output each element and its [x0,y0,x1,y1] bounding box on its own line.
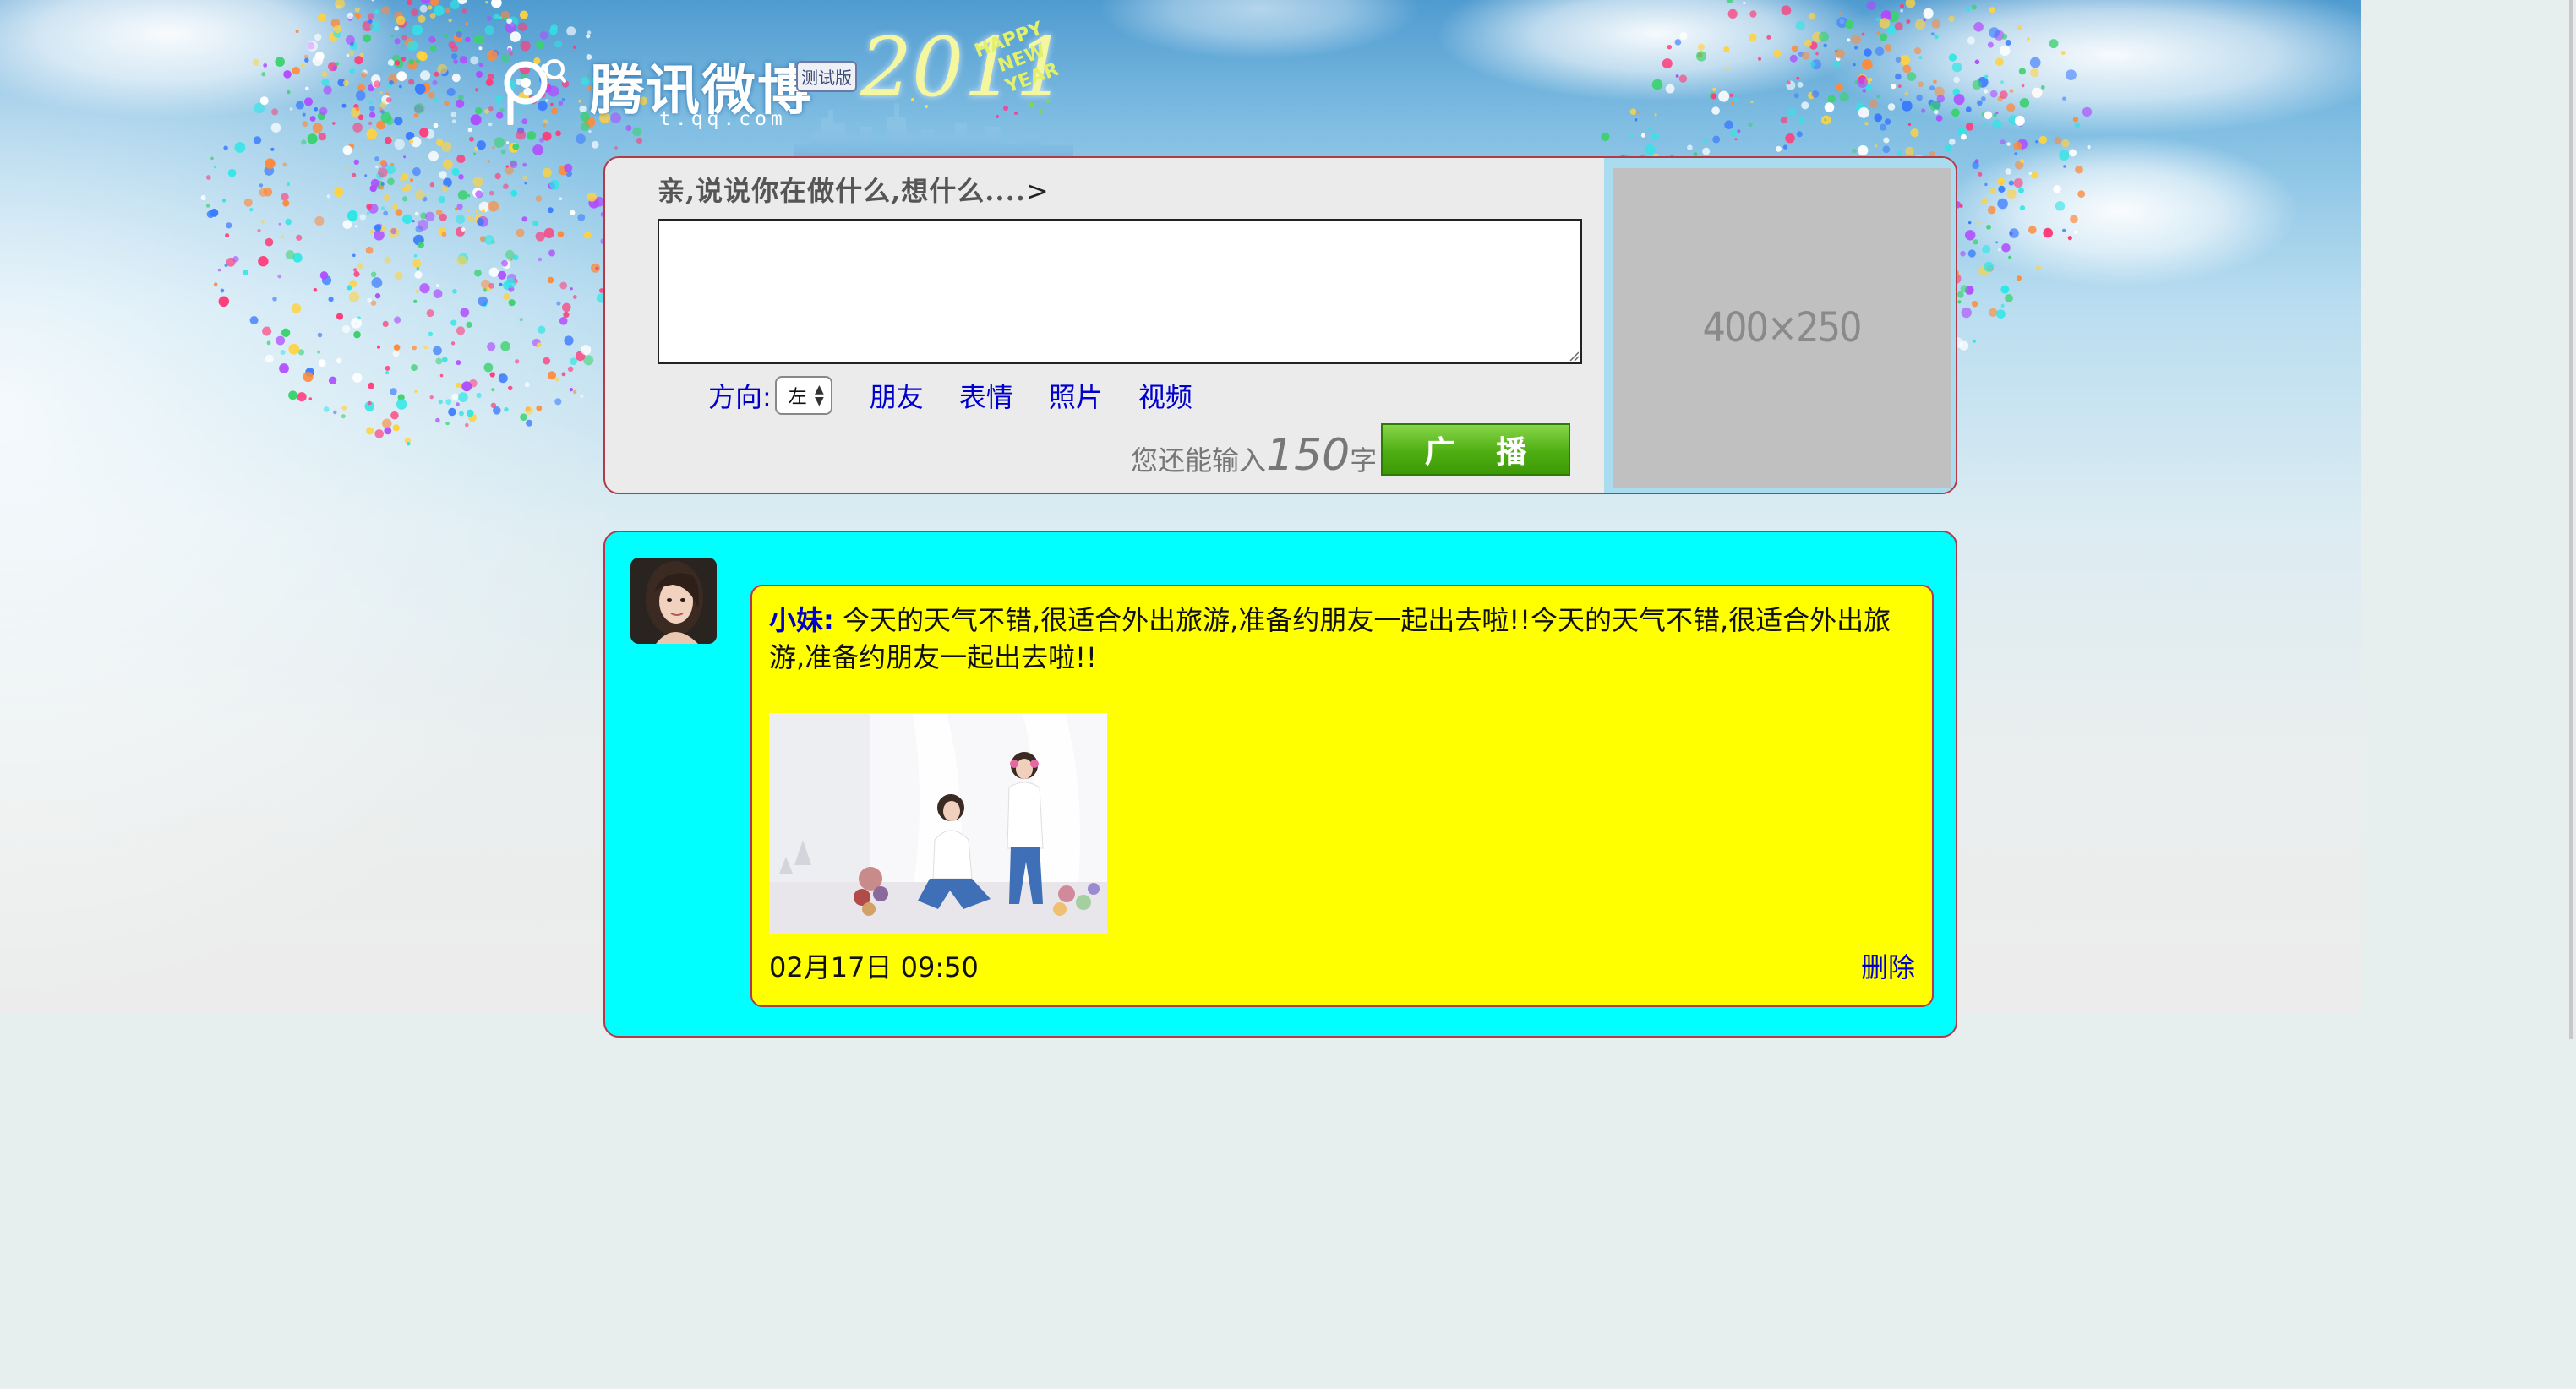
compose-prompt: 亲,说说你在做什么,想什么....> [658,170,1050,209]
post-author[interactable]: 小妹: [769,604,834,636]
direction-select[interactable]: 左 ▲ ▼ [774,376,832,415]
beta-badge: 测试版 [796,61,857,92]
post-card: 小妹: 今天的天气不错,很适合外出旅游,准备约朋友一起出去啦!!今天的天气不错,… [750,585,1934,1007]
avatar-photo [630,558,717,644]
post-timestamp: 02月17日 09:50 [769,951,979,983]
ad-placeholder[interactable]: 400×250 [1613,168,1951,488]
direction-label: 方向: [708,381,772,413]
post-text: 小妹: 今天的天气不错,很适合外出旅游,准备约朋友一起出去啦!!今天的天气不错,… [769,602,1918,676]
prompt-arrow: > [1025,175,1050,207]
delete-post-link[interactable]: 删除 [1861,946,1915,985]
photo-link[interactable]: 照片 [1049,376,1103,415]
compose-toolbar: 方向: 左 ▲ ▼ 朋友 表情 照片 视频 [708,374,1192,417]
scrollbar[interactable] [2569,0,2573,1039]
video-link[interactable]: 视频 [1138,376,1192,415]
post-photo[interactable] [769,713,1107,934]
counter-number: 150 [1266,430,1351,481]
compose-panel: 亲,说说你在做什么,想什么....> 方向: 左 ▲ ▼ 朋友 表情 照片 视频 … [603,156,1957,494]
feed-panel: 小妹: 今天的天气不错,很适合外出旅游,准备约朋友一起出去啦!!今天的天气不错,… [603,531,1957,1038]
post-photo-image [769,713,1107,934]
compose-prompt-text: 亲,说说你在做什么,想什么.... [658,175,1026,207]
brand-domain: t.qq.com [659,108,787,130]
direction-selected-value: 左 [788,387,807,408]
select-arrows-icon: ▲ ▼ [815,383,824,408]
weibo-p-icon [504,59,566,125]
resize-grip-icon[interactable] [1569,351,1579,361]
post-textarea[interactable] [658,219,1582,364]
friends-link[interactable]: 朋友 [870,376,924,415]
tencent-weibo-logo[interactable]: 腾讯微博 测试版 t.qq.com 2011 HAPPY NEW YEAR [499,18,1090,164]
post-content: 今天的天气不错,很适合外出旅游,准备约朋友一起出去啦!!今天的天气不错,很适合外… [769,604,1891,673]
emoticon-link[interactable]: 表情 [959,376,1013,415]
counter-suffix: 字 [1350,444,1378,477]
broadcast-button[interactable]: 广 播 [1381,423,1570,476]
counter-prefix: 您还能输入 [1131,444,1267,477]
avatar[interactable] [630,558,717,644]
char-counter: 您还能输入150字 [1131,430,1377,481]
